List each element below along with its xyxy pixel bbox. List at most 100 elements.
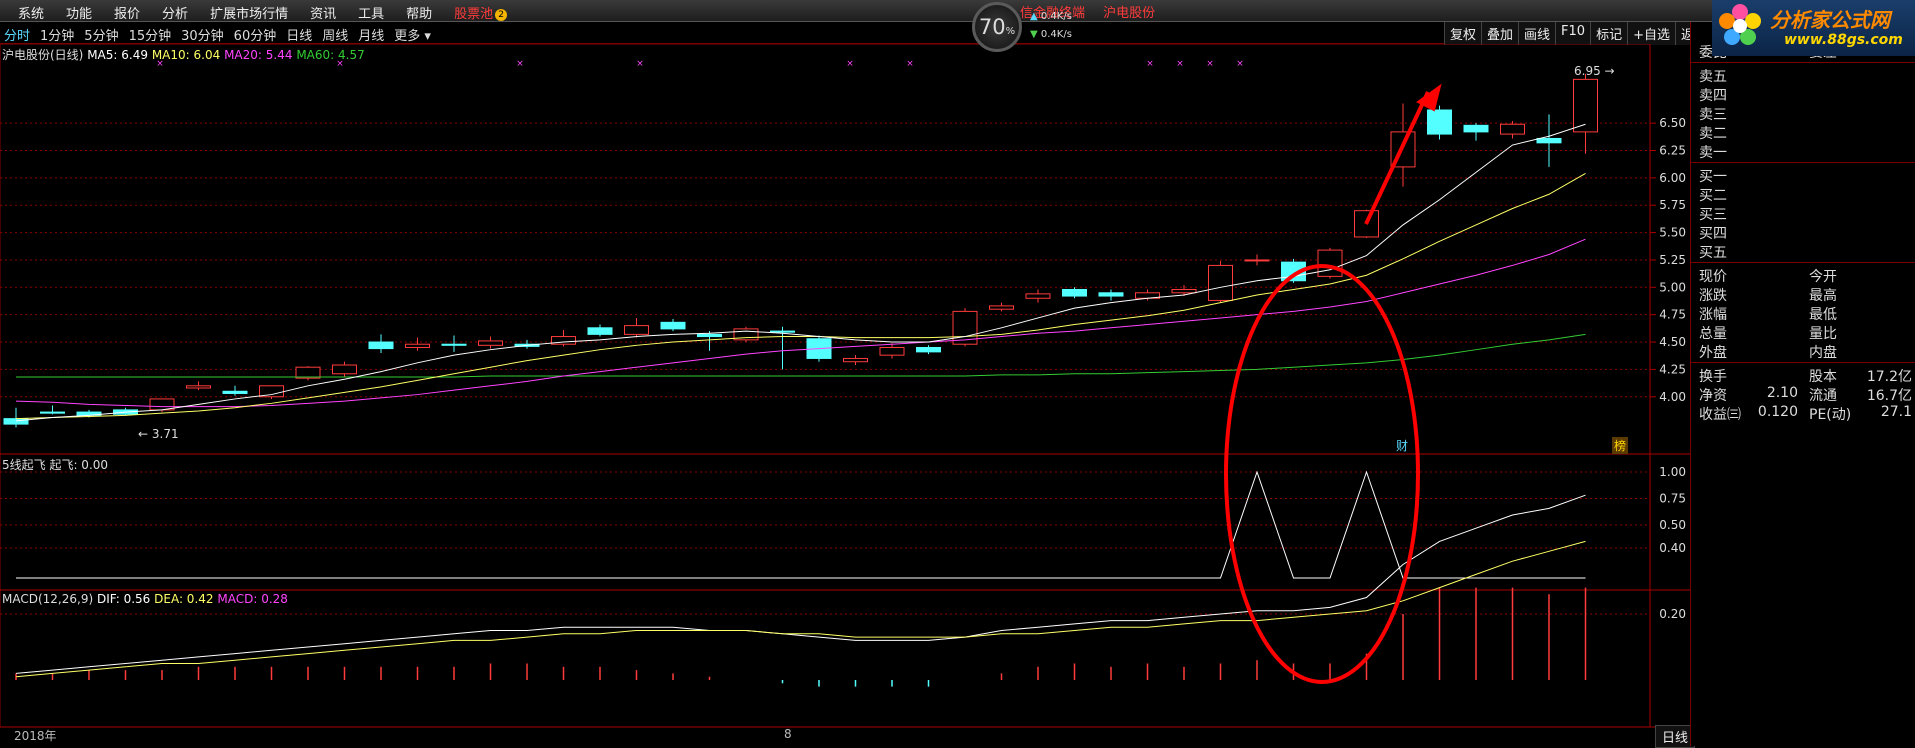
- x-axis-date-2: 8: [784, 727, 792, 741]
- period-tab-7[interactable]: 周线: [322, 25, 348, 44]
- x-axis-date-1: 2018年: [14, 729, 57, 743]
- menu-stock-pool[interactable]: 股票池 2: [442, 1, 517, 24]
- annotation-ellipse: [1224, 264, 1420, 684]
- price-tick-label: 4.00: [1659, 390, 1686, 404]
- event-marker: ×: [906, 59, 914, 69]
- site-logo: 分析家公式网 www.88gs.com: [1712, 0, 1915, 56]
- period-tab-1[interactable]: 1分钟: [40, 25, 74, 44]
- menu-item-6[interactable]: 工具: [346, 1, 394, 24]
- candle-body: [843, 357, 868, 363]
- price-tick-label: 5.25: [1659, 253, 1686, 267]
- menu-item-5[interactable]: 资讯: [298, 1, 346, 24]
- logo-url: www.88gs.com: [1784, 32, 1903, 48]
- candle-body: [1025, 293, 1051, 299]
- ma60-label: MA60: 4.57: [296, 48, 365, 62]
- fin-label-0: 换手: [1699, 369, 1727, 385]
- toolbar-button-4[interactable]: 标记: [1590, 22, 1628, 45]
- stock-name-title: 沪电股份: [1103, 6, 1156, 21]
- period-tab-2[interactable]: 5分钟: [84, 25, 118, 44]
- fin-label-2: 收益㈢: [1699, 407, 1741, 423]
- menu-bar: 系统 功能 报价 分析 扩展市场行情 资讯 工具 帮助 股票池 2: [0, 0, 1915, 22]
- period-tab-3[interactable]: 15分钟: [129, 25, 172, 44]
- event-marker: ×: [1236, 59, 1244, 69]
- toolbar-button-1[interactable]: 叠加: [1481, 22, 1519, 45]
- menu-item-4[interactable]: 扩展市场行情: [198, 1, 298, 24]
- toolbar-button-0[interactable]: 复权: [1444, 22, 1482, 45]
- candle-body: [478, 340, 503, 346]
- rank-mark[interactable]: 榜: [1612, 437, 1629, 454]
- period-tab-8[interactable]: 月线: [358, 25, 384, 44]
- candle-body: [1463, 124, 1489, 133]
- network-speed-widget[interactable]: 70% ▲ 0.4K/s ▼ 0.4K/s: [972, 2, 1096, 52]
- ma-legend: 沪电股份(日线) MA5: 6.49 MA10: 6.04 MA20: 5.44…: [2, 46, 365, 63]
- bid-level-5: 买五: [1699, 245, 1727, 261]
- period-tab-9[interactable]: 更多 ▾: [394, 25, 431, 44]
- ask-level-2: 卖二: [1699, 126, 1727, 142]
- candle-body: [40, 411, 65, 414]
- fin-value-r-0: 17.2亿: [1866, 369, 1912, 385]
- dea-label: DEA: 0.42: [154, 592, 214, 606]
- toolbar-button-2[interactable]: 画线: [1518, 22, 1556, 45]
- price-tick-label: 6.00: [1659, 171, 1686, 185]
- candle-body: [222, 390, 248, 394]
- ind1-tick-label: 0.50: [1659, 518, 1686, 532]
- price-tick-label: 5.00: [1659, 280, 1686, 294]
- candle-body: [660, 321, 686, 330]
- fin-value-r-1: 16.7亿: [1866, 388, 1912, 404]
- menu-item-3[interactable]: 分析: [150, 1, 198, 24]
- ind1-tick-label: 1.00: [1659, 465, 1686, 479]
- candle-body: [368, 341, 394, 350]
- period-tab-5[interactable]: 60分钟: [234, 25, 277, 44]
- fin-value-2: 0.120: [1757, 404, 1798, 420]
- fin-label-r-2: PE(动): [1809, 407, 1852, 423]
- candle-body: [1573, 78, 1598, 133]
- candle-body: [1427, 109, 1452, 135]
- fin-value-r-2: 27.1: [1880, 404, 1912, 420]
- arrow-up-icon: ▲: [1030, 11, 1038, 22]
- candle-body: [1317, 249, 1343, 277]
- menu-item-2[interactable]: 报价: [102, 1, 150, 24]
- macd-tick-label: 0.40: [1659, 541, 1686, 555]
- chart-toolbar-right: 复权叠加画线F10标记+自选返回: [1444, 22, 1713, 45]
- download-rate: ▼ 0.4K/s: [1030, 29, 1072, 40]
- price-tick-label: 4.50: [1659, 335, 1686, 349]
- menu-item-0[interactable]: 系统: [6, 1, 54, 24]
- fin-label-r-0: 股本: [1809, 369, 1837, 385]
- high-price-mark: 6.95 →: [1574, 64, 1615, 78]
- fin-label-1: 净资: [1699, 388, 1727, 404]
- kline-chart[interactable]: 4.00 4.25 4.50 4.75 5.00 5.25 5.50 5.75 6.00 6.25…: [0, 44, 1690, 746]
- candle-body: [989, 305, 1014, 310]
- price-tick-label: 5.50: [1659, 226, 1686, 240]
- stat-label-0: 现价: [1699, 269, 1727, 285]
- price-tick-label: 4.75: [1659, 308, 1686, 322]
- candle-body: [441, 343, 467, 346]
- ma10-line: [15, 173, 1586, 420]
- stat-label-r-4: 内盘: [1809, 345, 1837, 361]
- quote-panel: 委比委差卖五卖四卖三卖二卖一买一买二买三买四买五现价今开涨跌最高涨幅最低总量量比…: [1690, 22, 1915, 746]
- gauge-unit: %: [1005, 26, 1016, 37]
- menu-item-7[interactable]: 帮助: [394, 1, 442, 24]
- stat-label-r-1: 最高: [1809, 288, 1837, 304]
- toolbar-button-3[interactable]: F10: [1555, 22, 1591, 45]
- upload-rate: ▲ 0.4K/s: [1030, 11, 1072, 22]
- candle-body: [587, 327, 613, 335]
- candle-body: [1244, 259, 1270, 262]
- event-marker: ×: [516, 59, 524, 69]
- period-tab-4[interactable]: 30分钟: [181, 25, 224, 44]
- bid-level-4: 买四: [1699, 226, 1727, 242]
- bid-level-2: 买二: [1699, 188, 1727, 204]
- toolbar-button-5[interactable]: +自选: [1627, 22, 1675, 45]
- event-marker: ×: [1176, 59, 1184, 69]
- period-tab-0[interactable]: 分时: [4, 25, 30, 44]
- candle-body: [624, 325, 649, 335]
- fin-label-r-1: 流通: [1809, 388, 1837, 404]
- macd-name-label: MACD(12,26,9): [2, 592, 94, 606]
- menu-item-1[interactable]: 功能: [54, 1, 102, 24]
- arrow-down-icon: ▼: [1030, 29, 1038, 40]
- candle-body: [295, 366, 321, 379]
- daily-tab[interactable]: 日线: [1655, 725, 1696, 748]
- finance-mark[interactable]: 财: [1396, 437, 1408, 454]
- period-tab-6[interactable]: 日线: [286, 25, 312, 44]
- candle-body: [770, 330, 795, 333]
- stat-label-r-2: 最低: [1809, 307, 1837, 323]
